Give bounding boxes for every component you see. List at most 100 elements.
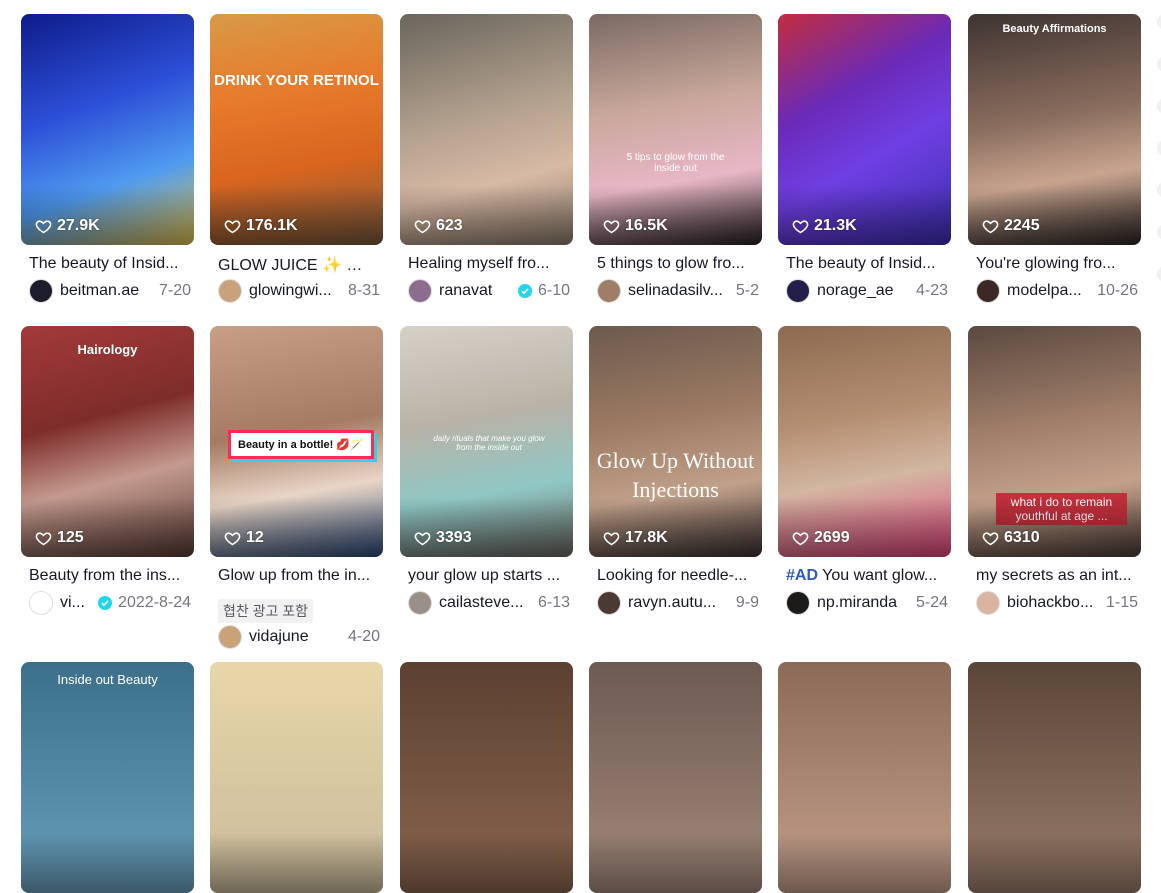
rail-dot[interactable] — [1157, 182, 1161, 198]
creator-username[interactable]: vidajune — [249, 628, 342, 646]
creator-info[interactable]: ravyn.autu... 9-9 — [597, 591, 759, 615]
video-thumbnail[interactable]: Beauty in a bottle! 💋🪄 12 — [210, 326, 383, 557]
thumbnail-shade — [210, 833, 383, 893]
video-thumbnail[interactable]: what i do to remain youthful at age ...6… — [968, 326, 1141, 557]
like-count-value: 3393 — [436, 529, 472, 546]
creator-username[interactable]: biohackbo... — [1007, 594, 1100, 612]
avatar[interactable] — [408, 279, 432, 303]
video-caption[interactable]: You're glowing fro... — [976, 255, 1136, 273]
creator-username[interactable]: np.miranda — [817, 594, 910, 612]
creator-info[interactable]: glowingwi... 8-31 — [218, 279, 380, 303]
creator-info[interactable]: vi... 2022-8-24 — [29, 591, 191, 615]
heart-icon — [792, 218, 809, 235]
creator-username[interactable]: cailasteve... — [439, 594, 532, 612]
post-date: 5-2 — [735, 282, 759, 299]
video-thumbnail[interactable]: 2699 — [778, 326, 951, 557]
video-thumbnail[interactable]: Inside out Beauty — [21, 662, 194, 893]
video-caption[interactable]: #AD You want glow... — [786, 567, 946, 585]
creator-info[interactable]: norage_ae 4-23 — [786, 279, 948, 303]
rail-dot[interactable] — [1157, 224, 1161, 240]
video-caption[interactable]: The beauty of Insid... — [29, 255, 189, 273]
post-date: 5-24 — [915, 594, 948, 611]
video-caption[interactable]: your glow up starts ... — [408, 567, 568, 585]
caption-text: 5 things to glow fro... — [597, 255, 745, 272]
avatar[interactable] — [976, 279, 1000, 303]
caption-text: GLOW JUICE ✨ 🥕 ... — [218, 257, 378, 274]
video-caption[interactable]: Glow up from the in... — [218, 567, 378, 585]
caption-text: your glow up starts ... — [408, 567, 561, 584]
rail-dot[interactable] — [1157, 140, 1161, 156]
heart-icon — [35, 530, 52, 547]
heart-icon — [982, 218, 999, 235]
creator-username[interactable]: vi... — [60, 594, 93, 612]
creator-info[interactable]: modelpa... 10-26 — [976, 279, 1138, 303]
video-thumbnail[interactable]: Glow Up Without Injections 17.8K — [589, 326, 762, 557]
video-thumbnail[interactable] — [400, 662, 573, 893]
like-count: 6310 — [982, 529, 1040, 547]
video-thumbnail[interactable]: daily rituals that make you glow from th… — [400, 326, 573, 557]
creator-username[interactable]: ravyn.autu... — [628, 594, 730, 612]
rail-dot[interactable] — [1157, 56, 1161, 72]
thumbnail-shade — [968, 497, 1141, 557]
creator-info[interactable]: cailasteve... 6-13 — [408, 591, 570, 615]
creator-info[interactable]: biohackbo... 1-15 — [976, 591, 1138, 615]
video-thumbnail[interactable]: DRINK YOUR RETINOL 176.1K — [210, 14, 383, 245]
caption-text: You're glowing fro... — [976, 255, 1116, 272]
rail-dot[interactable] — [1157, 266, 1161, 282]
video-thumbnail[interactable]: 623 — [400, 14, 573, 245]
video-thumbnail[interactable]: 21.3K — [778, 14, 951, 245]
sponsored-badge: 협찬 광고 포함 — [218, 599, 314, 623]
avatar[interactable] — [408, 591, 432, 615]
like-count-value: 6310 — [1004, 529, 1040, 546]
creator-info[interactable]: beitman.ae 7-20 — [29, 279, 191, 303]
avatar[interactable] — [976, 591, 1000, 615]
creator-username[interactable]: norage_ae — [817, 282, 910, 300]
creator-username[interactable]: beitman.ae — [60, 282, 153, 300]
video-caption[interactable]: The beauty of Insid... — [786, 255, 946, 273]
video-caption[interactable]: Looking for needle-... — [597, 567, 757, 585]
creator-info[interactable]: np.miranda 5-24 — [786, 591, 948, 615]
post-date: 8-31 — [347, 282, 380, 299]
like-count-value: 623 — [436, 217, 463, 234]
avatar[interactable] — [218, 279, 242, 303]
thumbnail-shade — [778, 185, 951, 245]
avatar[interactable] — [218, 625, 242, 649]
avatar[interactable] — [29, 591, 53, 615]
caption-hashtag[interactable]: #AD — [786, 567, 818, 584]
video-caption[interactable]: Beauty from the ins... — [29, 567, 189, 585]
creator-username[interactable]: selinadasilv... — [628, 282, 730, 300]
like-count: 17.8K — [603, 529, 668, 547]
thumbnail-overlay-text: 5 tips to glow from the inside out — [626, 152, 725, 174]
creator-info[interactable]: ranavat 6-10 — [408, 279, 570, 303]
video-thumbnail[interactable] — [778, 662, 951, 893]
video-thumbnail[interactable] — [210, 662, 383, 893]
rail-dot[interactable] — [1157, 98, 1161, 114]
video-thumbnail[interactable]: 27.9K — [21, 14, 194, 245]
avatar[interactable] — [597, 279, 621, 303]
video-thumbnail[interactable]: 5 tips to glow from the inside out 16.5K — [589, 14, 762, 245]
post-date: 6-10 — [537, 282, 570, 299]
avatar[interactable] — [786, 279, 810, 303]
creator-username[interactable]: modelpa... — [1007, 282, 1091, 300]
creator-info[interactable]: selinadasilv... 5-2 — [597, 279, 759, 303]
avatar[interactable] — [786, 591, 810, 615]
creator-username[interactable]: glowingwi... — [249, 282, 342, 300]
video-thumbnail[interactable]: Beauty Affirmations 2245 — [968, 14, 1141, 245]
like-count: 125 — [35, 529, 84, 547]
creator-info[interactable]: vidajune 4-20 — [218, 625, 380, 649]
avatar[interactable] — [597, 591, 621, 615]
video-caption[interactable]: GLOW JUICE ✨ 🥕 ... — [218, 255, 378, 275]
video-caption[interactable]: my secrets as an int... — [976, 567, 1136, 585]
video-thumbnail[interactable] — [968, 662, 1141, 893]
thumbnail-overlay-text: Hairology — [77, 342, 138, 357]
video-thumbnail[interactable] — [589, 662, 762, 893]
caption-text: my secrets as an int... — [976, 567, 1132, 584]
like-count-value: 2245 — [1004, 217, 1040, 234]
video-caption[interactable]: Healing myself fro... — [408, 255, 568, 273]
creator-username[interactable]: ranavat — [439, 282, 513, 300]
video-caption[interactable]: 5 things to glow fro... — [597, 255, 757, 273]
post-date: 1-15 — [1105, 594, 1138, 611]
avatar[interactable] — [29, 279, 53, 303]
rail-dot[interactable] — [1157, 14, 1161, 30]
video-thumbnail[interactable]: Hairology 125 — [21, 326, 194, 557]
